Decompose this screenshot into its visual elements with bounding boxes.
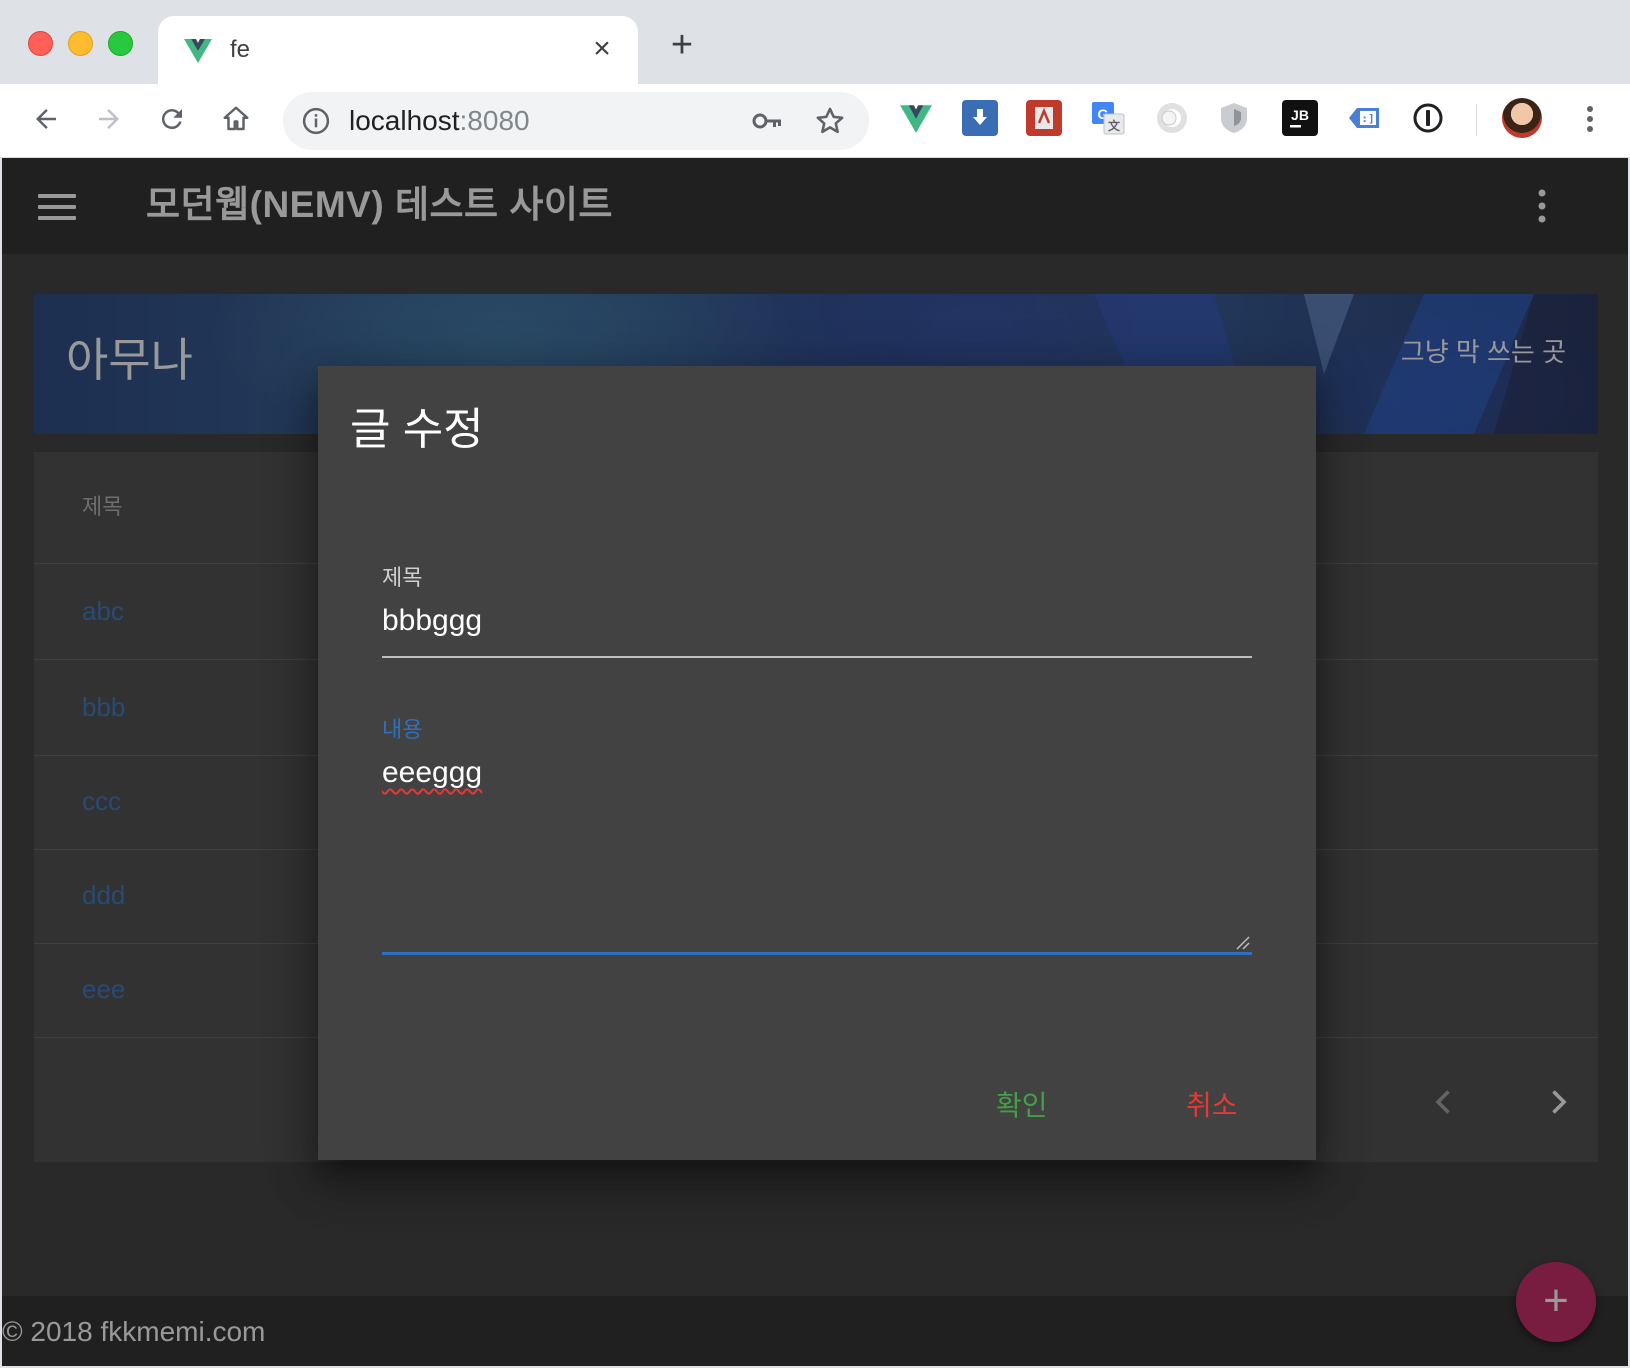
content-field-label: 내용 — [382, 717, 423, 742]
address-bar[interactable]: localhost:8080 — [283, 92, 869, 150]
url-text: localhost:8080 — [349, 104, 530, 138]
translate-icon[interactable]: G文 — [1090, 100, 1126, 136]
browser-tab[interactable]: fe × — [158, 16, 638, 84]
cancel-button[interactable]: 취소 — [1186, 1088, 1238, 1124]
minimize-window-button[interactable] — [68, 31, 93, 56]
code-extension-icon[interactable]: :] — [1346, 100, 1382, 136]
forward-arrow-icon — [99, 109, 119, 129]
vue-devtools-icon[interactable] — [898, 100, 934, 136]
tab-close-icon[interactable]: × — [586, 34, 618, 66]
shield-icon[interactable] — [1216, 100, 1252, 136]
app-viewport: 모던웹(NEMV) 테스트 사이트 아무나 그냥 막 쓰는 곳 제목 abc b… — [2, 158, 1628, 1366]
tab-strip: fe × + — [0, 0, 1630, 84]
circle-extension-icon[interactable] — [1154, 100, 1190, 136]
jetbrains-icon[interactable]: JB — [1282, 100, 1318, 136]
tab-title: fe — [230, 36, 251, 63]
title-input[interactable]: bbbggg — [382, 602, 1252, 640]
forward-button[interactable] — [89, 99, 129, 139]
url-port: :8080 — [459, 105, 530, 136]
browser-toolbar: localhost:8080 G文 JB :] — [0, 84, 1630, 158]
new-tab-plus-icon[interactable]: + — [666, 26, 698, 64]
svg-text:文: 文 — [1108, 118, 1121, 133]
close-window-button[interactable] — [28, 31, 53, 56]
browser-window: fe × + localhost:8080 G 文 JB:] 모던웹(NEMV… — [0, 0, 1630, 1368]
back-button[interactable] — [26, 99, 66, 139]
zoom-window-button[interactable] — [108, 31, 133, 56]
back-arrow-icon — [36, 109, 56, 129]
confirm-button[interactable]: 확인 — [996, 1088, 1048, 1124]
url-host: localhost — [349, 105, 460, 136]
info-icon[interactable] — [301, 106, 331, 136]
profile-avatar[interactable] — [1502, 98, 1542, 138]
content-textarea[interactable]: eeeggg — [382, 756, 482, 789]
onepassword-icon[interactable] — [1410, 100, 1446, 136]
key-icon[interactable] — [751, 106, 783, 136]
home-icon — [223, 106, 249, 131]
star-icon[interactable] — [813, 104, 847, 138]
title-field-label: 제목 — [382, 565, 423, 590]
content-field[interactable]: 내용 eeeggg — [382, 716, 1252, 956]
title-field[interactable]: 제목 bbbggg — [382, 564, 1252, 664]
fab-overlay-tint — [1516, 1262, 1596, 1342]
pdf-icon[interactable] — [1026, 100, 1062, 136]
edit-post-dialog: 글 수정 제목 bbbggg 내용 eeeggg 확인 취소 — [318, 366, 1316, 1160]
download-icon[interactable] — [962, 100, 998, 136]
vue-favicon-icon — [184, 39, 212, 63]
svg-text:JB: JB — [1291, 107, 1309, 123]
resize-handle-icon[interactable] — [1234, 934, 1250, 950]
home-button[interactable] — [216, 99, 256, 139]
content-field-underline — [382, 952, 1252, 955]
title-field-underline — [382, 656, 1252, 658]
svg-text::]: :] — [1361, 112, 1374, 125]
kebab-menu-icon[interactable] — [1572, 100, 1608, 138]
toolbar-divider — [1476, 104, 1477, 136]
reload-icon — [161, 109, 182, 130]
reload-button[interactable] — [152, 99, 192, 139]
dialog-title: 글 수정 — [350, 405, 484, 454]
